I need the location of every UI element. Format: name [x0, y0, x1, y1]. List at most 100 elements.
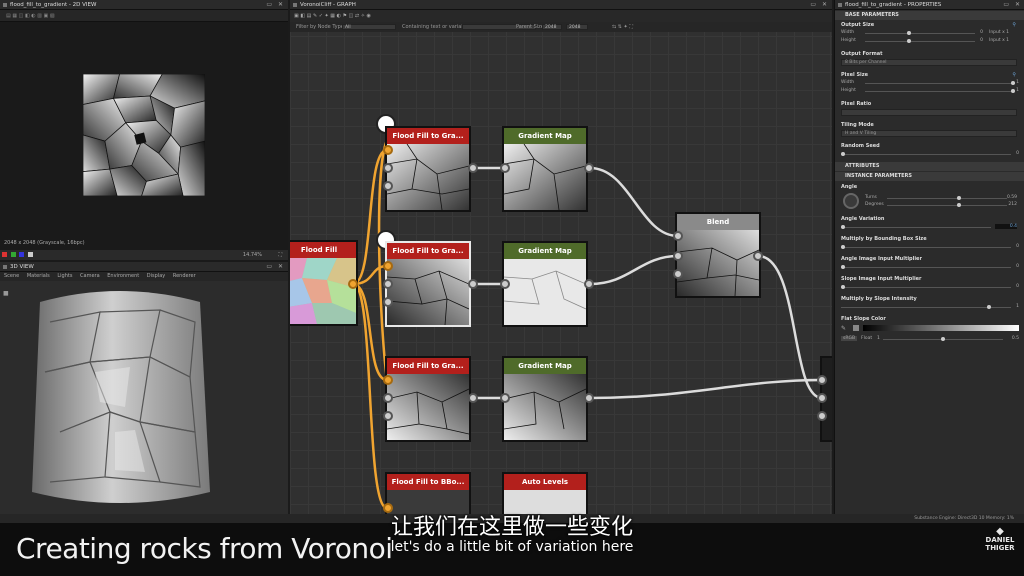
- height-label: Height: [841, 38, 856, 43]
- ffg3-input-pin-3[interactable]: [383, 411, 393, 421]
- mult-slope-label: Multiply by Slope Intensity: [841, 296, 917, 302]
- offscreen-input-pin[interactable]: [817, 375, 827, 385]
- node-blend[interactable]: Blend: [675, 212, 761, 298]
- texture-preview-2d[interactable]: [83, 74, 205, 196]
- output-format-select[interactable]: 8 Bits per Channel: [841, 59, 1017, 66]
- pixel-width-slider[interactable]: [865, 81, 1015, 85]
- pixel-height-slider[interactable]: [865, 89, 1015, 93]
- pixel-ratio-select[interactable]: [841, 109, 1017, 116]
- flood-fill-output-pin[interactable]: [348, 279, 358, 289]
- camera-icon[interactable]: ■: [3, 290, 9, 297]
- wire-gm2-to-blend: [589, 254, 679, 286]
- link-icon[interactable]: ⚲: [1012, 22, 1016, 28]
- menu-scene[interactable]: Scene: [4, 273, 19, 279]
- mult-bbox-slider[interactable]: [841, 245, 1011, 249]
- menu-materials[interactable]: Materials: [27, 273, 50, 279]
- blend-input-pin-bg[interactable]: [673, 251, 683, 261]
- section-attributes[interactable]: ATTRIBUTES: [835, 162, 1024, 171]
- pixel-height-value: 1: [1016, 88, 1019, 93]
- pixel-width-value: 1: [1016, 80, 1019, 85]
- node-thumbnail: [504, 374, 586, 440]
- ffg3-output-pin[interactable]: [468, 393, 478, 403]
- flat-value-slider[interactable]: [883, 337, 1003, 341]
- angle-img-mult-label: Angle Image Input Multiplier: [841, 256, 922, 262]
- ffg1-input-pin-3[interactable]: [383, 181, 393, 191]
- menu-camera[interactable]: Camera: [80, 273, 100, 279]
- node-gradient-map-1[interactable]: Gradient Map: [502, 126, 588, 212]
- flat-value-right: 0.5: [1011, 336, 1019, 341]
- angle-label: Angle: [841, 184, 858, 190]
- channel-green-icon[interactable]: [10, 252, 16, 257]
- blend-output-pin[interactable]: [753, 251, 763, 261]
- properties-title: flood_fill_to_gradient - PROPERTIES: [845, 2, 942, 8]
- ffg2-input-pin[interactable]: [383, 261, 393, 271]
- menu-lights[interactable]: Lights: [57, 273, 72, 279]
- node-title: Gradient Map: [504, 358, 586, 374]
- ffg1-input-pin[interactable]: [383, 145, 393, 155]
- angle-variation-slider[interactable]: [841, 225, 991, 229]
- degrees-slider[interactable]: [887, 203, 1007, 207]
- tiling-mode-select[interactable]: H and V Tiling: [841, 130, 1017, 137]
- node-flood-fill-to-gradient-1[interactable]: Flood Fill to Gra...: [385, 126, 471, 212]
- section-instance-parameters[interactable]: INSTANCE PARAMETERS: [835, 172, 1024, 181]
- blend-input-pin-mask[interactable]: [673, 269, 683, 279]
- node-flood-fill-to-bbox[interactable]: Flood Fill to BBo...: [385, 472, 471, 514]
- angle-dial[interactable]: [843, 193, 859, 209]
- width-mode[interactable]: Input x 1: [989, 30, 1009, 35]
- offscreen-input-pin-3[interactable]: [817, 411, 827, 421]
- node-auto-levels[interactable]: Auto Levels: [502, 472, 588, 514]
- gm3-output-pin[interactable]: [584, 393, 594, 403]
- ffg2-input-pin-2[interactable]: [383, 279, 393, 289]
- node-flood-fill-to-gradient-2[interactable]: Flood Fill to Gra...: [385, 241, 471, 327]
- gm3-input-pin[interactable]: [500, 393, 510, 403]
- ffg1-input-pin-2[interactable]: [383, 163, 393, 173]
- gm1-input-pin[interactable]: [500, 163, 510, 173]
- window-buttons[interactable]: ▭ ✕: [266, 0, 285, 9]
- section-base-parameters[interactable]: BASE PARAMETERS: [835, 11, 1024, 20]
- eyedropper-icon[interactable]: ✎: [841, 325, 846, 332]
- channel-alpha-icon[interactable]: [27, 252, 33, 257]
- pixel-size-link-icon[interactable]: ⚲: [1012, 72, 1016, 78]
- node-gradient-map-2[interactable]: Gradient Map: [502, 241, 588, 327]
- view-2d-toolbar[interactable]: ▤ ▦ ◫ ◧ ◐ ▥ ▣ ▧: [0, 10, 288, 22]
- window-buttons-3d[interactable]: ▭ ✕: [266, 262, 285, 271]
- random-seed-label: Random Seed: [841, 143, 880, 149]
- angle-variation-input[interactable]: 0.4: [995, 224, 1017, 229]
- height-mode[interactable]: Input x 1: [989, 38, 1009, 43]
- blend-input-pin-fg[interactable]: [673, 231, 683, 241]
- node-gradient-map-3[interactable]: Gradient Map: [502, 356, 588, 442]
- properties-window-buttons[interactable]: ▭ ✕: [1003, 0, 1022, 9]
- gm2-input-pin[interactable]: [500, 279, 510, 289]
- fit-view-icon[interactable]: ⛶: [278, 250, 282, 260]
- width-slider[interactable]: [865, 31, 975, 35]
- turns-slider[interactable]: [887, 196, 1007, 200]
- degrees-label: Degrees: [865, 202, 884, 207]
- offscreen-input-pin-2[interactable]: [817, 393, 827, 403]
- menu-environment[interactable]: Environment: [107, 273, 139, 279]
- angle-img-mult-slider[interactable]: [841, 265, 1011, 269]
- mult-slope-slider[interactable]: [841, 305, 1011, 309]
- random-seed-slider[interactable]: [841, 152, 1011, 156]
- channel-red-icon[interactable]: [2, 252, 7, 257]
- menu-display[interactable]: Display: [147, 273, 165, 279]
- angle-img-mult-value: 0: [1016, 264, 1019, 269]
- ffg1-output-pin[interactable]: [468, 163, 478, 173]
- menu-renderer[interactable]: Renderer: [173, 273, 196, 279]
- view-3d-panel[interactable]: 3D VIEW ▭ ✕ Scene Materials Lights Camer…: [0, 262, 288, 514]
- ffg3-input-pin-2[interactable]: [383, 393, 393, 403]
- ffg2-input-pin-3[interactable]: [383, 297, 393, 307]
- mult-bbox-value: 0: [1016, 244, 1019, 249]
- node-title: Flood Fill: [290, 242, 356, 258]
- gm2-output-pin[interactable]: [584, 279, 594, 289]
- channel-blue-icon[interactable]: [19, 252, 25, 257]
- color-gradient-bar[interactable]: [863, 325, 1019, 331]
- ffg2-output-pin[interactable]: [468, 279, 478, 289]
- gm1-output-pin[interactable]: [584, 163, 594, 173]
- slope-img-mult-slider[interactable]: [841, 285, 1011, 289]
- color-swatch[interactable]: [853, 325, 859, 331]
- ffg3-input-pin[interactable]: [383, 375, 393, 385]
- graph-panel[interactable]: VoronoiCliff - GRAPH ▭ ✕ ▣ ◧ ▤ ✎ ✓ ✦ ▦ ◐…: [290, 0, 832, 514]
- node-flood-fill-to-gradient-3[interactable]: Flood Fill to Gra...: [385, 356, 471, 442]
- height-slider[interactable]: [865, 39, 975, 43]
- srgb-toggle[interactable]: sRGB: [841, 336, 858, 341]
